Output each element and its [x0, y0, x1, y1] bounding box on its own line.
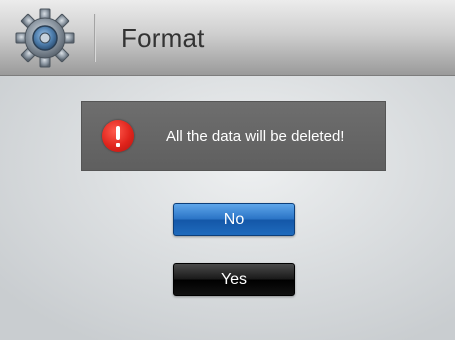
no-button[interactable]: No: [173, 203, 295, 236]
header-divider: [94, 14, 96, 62]
yes-button[interactable]: Yes: [173, 263, 295, 296]
warning-icon: [102, 120, 134, 152]
alert-message: All the data will be deleted!: [166, 128, 345, 145]
header-bar: Format: [0, 0, 455, 76]
page-title: Format: [121, 23, 205, 53]
format-screen: Format All the data will be deleted! No …: [0, 0, 455, 340]
gear-icon: [15, 8, 75, 68]
alert-box: All the data will be deleted!: [81, 101, 386, 171]
